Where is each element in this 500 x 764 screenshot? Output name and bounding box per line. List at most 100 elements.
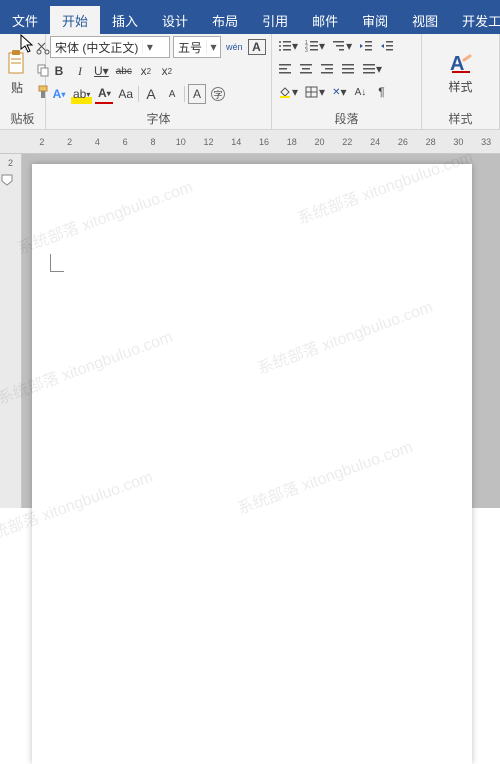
sort-button[interactable]: A↓ [351, 82, 369, 102]
tab-view[interactable]: 视图 [400, 6, 450, 34]
outdent-icon [359, 40, 373, 52]
font-family-value: 宋体 (中文正文) [51, 39, 142, 56]
bullets-icon [278, 40, 292, 52]
ribbon-tabs: 文件 开始 插入 设计 布局 引用 邮件 审阅 视图 开发工具 [0, 6, 500, 34]
document-area: 系统部落 xitongbuluo.com 系统部落 xitongbuluo.co… [22, 154, 500, 508]
font-size-value: 五号 [174, 39, 206, 56]
distributed-icon [362, 63, 376, 75]
text-cursor [50, 254, 64, 272]
chevron-down-icon: ▾ [142, 40, 156, 54]
paste-button[interactable]: 贴 [4, 36, 30, 108]
font-family-combo[interactable]: 宋体 (中文正文) ▾ [50, 36, 170, 58]
ruler-mark: 20 [306, 137, 334, 147]
ruler-mark: 6 [111, 137, 139, 147]
ruler-mark: 18 [278, 137, 306, 147]
subscript-button[interactable]: x2 [137, 61, 155, 81]
ruler-mark: 24 [361, 137, 389, 147]
bold-button[interactable]: B [50, 61, 68, 81]
ribbon: 贴 贴板 [0, 34, 500, 130]
enclose-characters-button[interactable]: 字 [209, 84, 227, 104]
align-left-button[interactable] [276, 59, 294, 79]
justify-icon [341, 63, 355, 75]
paste-label: 贴 [11, 79, 23, 96]
change-case-button[interactable]: Aa [116, 84, 135, 104]
styles-button[interactable]: A 样式 [443, 36, 479, 108]
text-effects-button[interactable]: A▾ [50, 84, 68, 104]
character-shading-button[interactable]: A [188, 84, 206, 104]
asian-layout-icon: ✕ [332, 87, 340, 98]
numbering-icon: 123 [305, 40, 319, 52]
ruler-mark: 28 [417, 137, 445, 147]
watermark: 系统部落 xitongbuluo.com [0, 463, 155, 549]
tab-references[interactable]: 引用 [250, 6, 300, 34]
ruler-mark: 14 [222, 137, 250, 147]
superscript-button[interactable]: x2 [158, 61, 176, 81]
align-center-icon [299, 63, 313, 75]
ruler-mark: 30 [444, 137, 472, 147]
indent-icon [380, 40, 394, 52]
align-center-button[interactable] [297, 59, 315, 79]
ruler-mark: 8 [139, 137, 167, 147]
bullets-button[interactable]: ▾ [276, 36, 300, 56]
separator [184, 86, 185, 102]
grow-font-button[interactable]: A [142, 84, 160, 104]
font-color-button[interactable]: A▾ [95, 84, 113, 104]
tab-developer[interactable]: 开发工具 [450, 6, 500, 34]
tab-review[interactable]: 审阅 [350, 6, 400, 34]
multilevel-list-button[interactable]: ▾ [330, 36, 354, 56]
highlight-button[interactable]: ab▾ [71, 84, 92, 104]
vertical-ruler[interactable]: 2 [0, 154, 22, 508]
align-left-icon [278, 63, 292, 75]
ruler-mark: 2 [28, 137, 56, 147]
watermark: 系统部落 xitongbuluo.com [293, 143, 475, 229]
indent-marker-icon[interactable] [0, 174, 21, 186]
borders-button[interactable]: ▾ [303, 82, 327, 102]
align-right-icon [320, 63, 334, 75]
numbering-button[interactable]: 123 ▾ [303, 36, 327, 56]
pilcrow-icon: ¶ [378, 85, 384, 99]
align-right-button[interactable] [318, 59, 336, 79]
watermark: 系统部落 xitongbuluo.com [233, 433, 415, 519]
justify-button[interactable] [339, 59, 357, 79]
tab-mail[interactable]: 邮件 [300, 6, 350, 34]
clipboard-icon [6, 49, 28, 77]
italic-button[interactable]: I [71, 61, 89, 81]
horizontal-ruler[interactable]: 22468101214161820222426283033 [0, 130, 500, 154]
paint-bucket-icon [278, 86, 292, 98]
clipboard-group-label: 贴板 [4, 108, 41, 129]
shading-button[interactable]: ▾ [276, 82, 300, 102]
watermark: 系统部落 xitongbuluo.com [253, 293, 435, 379]
chevron-down-icon: ▾ [206, 40, 220, 54]
ruler-mark: 2 [56, 137, 84, 147]
phonetic-guide-button[interactable]: wén [224, 37, 245, 57]
character-border-button[interactable]: A [248, 39, 266, 55]
shrink-font-button[interactable]: A [163, 84, 181, 104]
tab-insert[interactable]: 插入 [100, 6, 150, 34]
show-marks-button[interactable]: ¶ [372, 82, 390, 102]
increase-indent-button[interactable] [378, 36, 396, 56]
watermark: 系统部落 xitongbuluo.com [13, 173, 195, 259]
styles-icon: A [448, 50, 474, 76]
decrease-indent-button[interactable] [357, 36, 375, 56]
svg-text:3: 3 [305, 48, 308, 52]
tab-design[interactable]: 设计 [150, 6, 200, 34]
sort-icon: A↓ [355, 87, 367, 98]
tab-file[interactable]: 文件 [0, 6, 50, 34]
ruler-mark: 4 [84, 137, 112, 147]
ruler-mark: 33 [472, 137, 500, 147]
asian-layout-button[interactable]: ✕▾ [330, 82, 348, 102]
font-size-combo[interactable]: 五号 ▾ [173, 36, 221, 58]
multilevel-icon [332, 40, 346, 52]
ruler-mark: 26 [389, 137, 417, 147]
page[interactable]: 系统部落 xitongbuluo.com 系统部落 xitongbuluo.co… [32, 164, 472, 764]
borders-icon [305, 86, 319, 98]
tab-layout[interactable]: 布局 [200, 6, 250, 34]
ruler-mark: 12 [195, 137, 223, 147]
ruler-mark: 16 [250, 137, 278, 147]
strikethrough-button[interactable]: abc [114, 61, 134, 81]
underline-button[interactable]: U▾ [92, 61, 111, 81]
ruler-mark: 22 [333, 137, 361, 147]
distributed-button[interactable]: ▾ [360, 59, 384, 79]
tab-home[interactable]: 开始 [50, 6, 100, 34]
watermark: 系统部落 xitongbuluo.com [0, 323, 175, 409]
